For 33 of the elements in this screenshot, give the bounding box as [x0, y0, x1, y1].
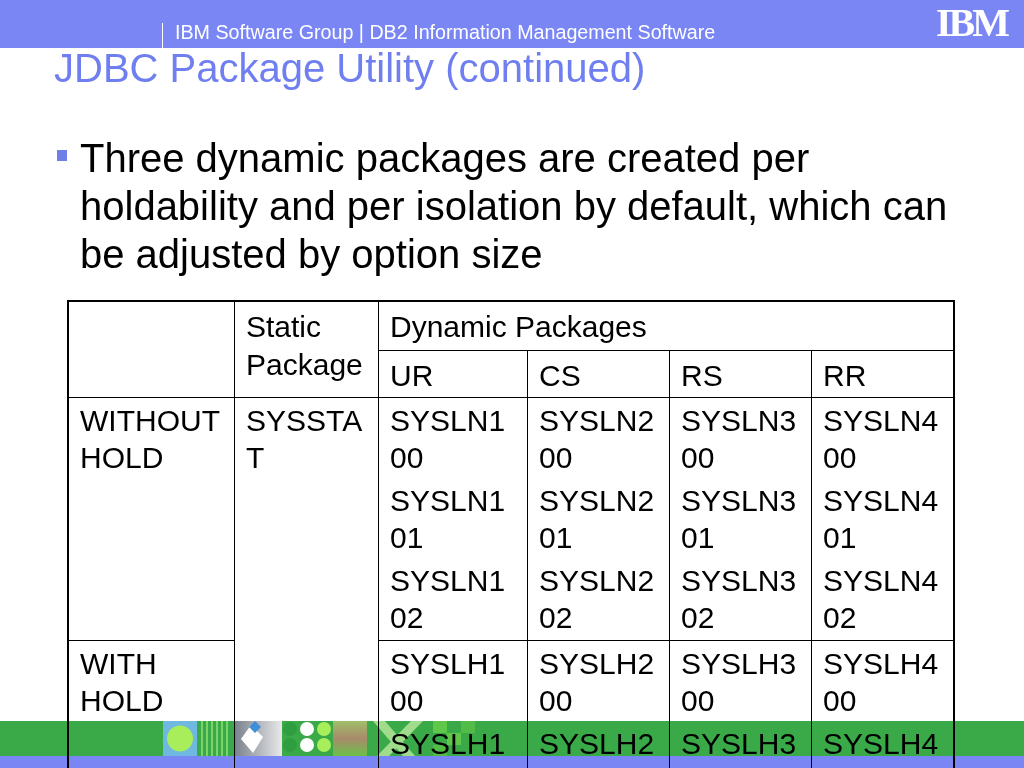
package-name: SYSLN302: [681, 563, 798, 636]
column-header: UR: [390, 358, 435, 394]
package-name: SYSLN101: [390, 483, 507, 556]
column-header: RS: [681, 358, 724, 394]
package-name: SYSLH2: [539, 726, 656, 762]
column-header: CS: [539, 358, 582, 394]
package-name: SYSLH4: [823, 726, 940, 762]
bullet-icon: [57, 150, 67, 161]
package-name: SYSLN401: [823, 483, 940, 556]
slide-title: JDBC Package Utility (continued): [54, 48, 646, 88]
package-name: SYSLH100: [390, 646, 507, 719]
header-text: IBM Software Group | DB2 Information Management Software: [175, 21, 716, 43]
package-name: SYSLH200: [539, 646, 656, 719]
package-name: SYSLN102: [390, 563, 507, 636]
row-header: WITHOUT HOLD: [80, 403, 221, 476]
package-name: SYSLN300: [681, 403, 798, 476]
column-header: Static Package: [246, 309, 364, 383]
package-name: SYSLH300: [681, 646, 798, 719]
column-header: Dynamic Packages: [390, 309, 648, 345]
package-name: SYSSTAT: [246, 403, 364, 476]
package-name: SYSLN201: [539, 483, 656, 556]
package-name: SYSLN402: [823, 563, 940, 636]
package-name: SYSLH400: [823, 646, 940, 719]
package-name: SYSLN200: [539, 403, 656, 476]
company-logo: IBM: [936, 8, 1007, 38]
package-name: SYSLH3: [681, 726, 798, 762]
package-name: SYSLN301: [681, 483, 798, 556]
column-header: RR: [823, 358, 868, 394]
row-header: WITH HOLD: [80, 646, 165, 719]
package-name: SYSLN202: [539, 563, 656, 636]
package-name: SYSLN400: [823, 403, 940, 476]
bullet-text: Three dynamic packages are created per holdability and per isolation by default, which can be adjusted by option size: [80, 135, 949, 278]
package-name: SYSLN100: [390, 403, 507, 476]
